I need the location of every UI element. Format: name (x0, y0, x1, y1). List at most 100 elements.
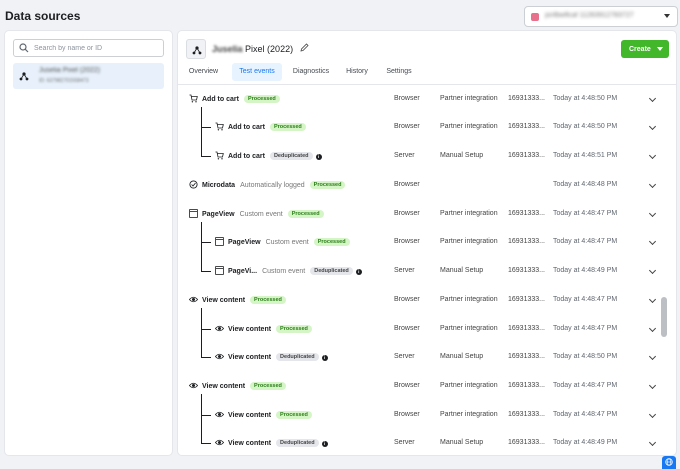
data-source-item[interactable]: Juselia Pixel (2022) ID: 637982701558473 (13, 63, 164, 89)
chevron-down-icon[interactable] (648, 295, 657, 304)
event-id: 16931333... (508, 210, 545, 217)
event-row[interactable]: View content Processed Browser Partner inte… (178, 319, 658, 339)
chevron-down-icon[interactable] (648, 237, 657, 246)
eye-icon (215, 411, 224, 418)
event-row[interactable]: Add to cart Processed Browser Partner integ… (178, 117, 658, 137)
event-setup-method: Partner integration (440, 210, 498, 217)
data-source-name: Juselia Pixel (2022) (39, 67, 101, 74)
eye-icon (215, 325, 224, 332)
event-timestamp: Today at 4:48:49 PM (553, 267, 618, 274)
pageview-icon (215, 266, 224, 275)
event-subtitle: Automatically logged (240, 182, 305, 189)
help-button[interactable] (662, 456, 676, 469)
event-source: Browser (394, 95, 420, 102)
account-selector[interactable]: jsnfbwflcaf 11263912783727 (524, 6, 678, 27)
status-badge: Processed (250, 382, 286, 390)
status-badge: Deduplicated (276, 439, 319, 447)
event-id: 16931333... (508, 382, 545, 389)
chevron-down-icon[interactable] (648, 438, 657, 447)
pixel-detail-panel: Juselia Pixel (2022) Create Overview Tes… (178, 31, 676, 455)
chevron-down-icon[interactable] (648, 266, 657, 275)
event-row[interactable]: PageView Custom event Processed Browser Part… (178, 204, 658, 224)
status-badge: Deduplicated (310, 267, 353, 275)
event-row[interactable]: PageVi... Custom event Deduplicated i Server… (178, 261, 658, 281)
chevron-down-icon[interactable] (648, 151, 657, 160)
event-row[interactable]: View content Processed Browser Partner inte… (178, 376, 658, 396)
chevron-down-icon[interactable] (648, 410, 657, 419)
event-timestamp: Today at 4:48:50 PM (553, 353, 618, 360)
event-name-cell: View content Processed (202, 296, 286, 304)
event-setup-method: Manual Setup (440, 439, 484, 446)
event-name: PageView (202, 211, 235, 218)
event-setup-method: Partner integration (440, 296, 498, 303)
event-source: Browser (394, 325, 420, 332)
status-badge: Deduplicated (276, 353, 319, 361)
globe-icon (665, 458, 673, 466)
event-row[interactable]: Add to cart Processed Browser Partner integ… (178, 89, 658, 109)
event-id: 16931333... (508, 411, 545, 418)
event-timestamp: Today at 4:48:47 PM (553, 382, 618, 389)
event-name: View content (228, 412, 272, 419)
event-row[interactable]: View content Processed Browser Partner inte… (178, 405, 658, 425)
scrollbar-track[interactable] (661, 88, 667, 455)
account-name: jsnfbwflcaf 11263912783727 (545, 12, 634, 19)
event-timestamp: Today at 4:48:51 PM (553, 152, 618, 159)
event-row[interactable]: Add to cart Deduplicated i Server Manual Set… (178, 146, 658, 166)
event-source: Browser (394, 411, 420, 418)
event-name-cell: PageVi... Custom event Deduplicated i (228, 267, 362, 275)
status-badge: Processed (313, 238, 350, 246)
event-name: Add to cart (202, 96, 239, 103)
account-logo-icon (531, 13, 539, 21)
event-row[interactable]: View content Deduplicated i Server Manual Se… (178, 433, 658, 453)
event-row[interactable]: View content Deduplicated i Server Manual Se… (178, 347, 658, 367)
info-icon[interactable]: i (315, 154, 322, 160)
chevron-down-icon[interactable] (648, 180, 657, 189)
chevron-down-icon[interactable] (648, 324, 657, 333)
event-name: PageView (228, 239, 261, 246)
search-box[interactable] (13, 39, 164, 57)
event-setup-method: Manual Setup (440, 353, 484, 360)
pixel-icon (19, 72, 29, 81)
event-timestamp: Today at 4:48:50 PM (553, 95, 618, 102)
event-source: Browser (394, 238, 420, 245)
event-name: View content (202, 297, 246, 304)
event-row[interactable]: Microdata Automatically logged Processed Br… (178, 175, 658, 195)
event-timestamp: Today at 4:48:48 PM (553, 181, 618, 188)
event-row[interactable]: View content Processed Browser Partner inte… (178, 290, 658, 310)
event-setup-method: Partner integration (440, 325, 498, 332)
chevron-down-icon[interactable] (648, 352, 657, 361)
pageview-icon (189, 209, 198, 218)
info-icon[interactable]: i (355, 269, 362, 275)
event-name-cell: Add to cart Deduplicated i (228, 152, 322, 160)
event-timestamp: Today at 4:48:49 PM (553, 439, 618, 446)
event-id: 16931333... (508, 439, 545, 446)
cart-icon (215, 122, 224, 131)
page-title: Data sources (5, 9, 81, 23)
search-input[interactable] (34, 42, 162, 54)
event-name-cell: View content Deduplicated i (228, 439, 328, 447)
events-table: Add to cart Processed Browser Partner integ… (178, 31, 676, 455)
event-setup-method: Manual Setup (440, 152, 484, 159)
event-name: Microdata (202, 182, 236, 189)
search-icon (19, 43, 29, 53)
eye-icon (215, 353, 224, 360)
event-name-cell: PageView Custom event Processed (202, 210, 324, 218)
event-name: Add to cart (228, 153, 265, 160)
event-name: View content (228, 326, 272, 333)
event-row[interactable]: PageView Custom event Processed Browser Part… (178, 232, 658, 252)
event-name-cell: View content Deduplicated i (228, 353, 328, 361)
chevron-down-icon[interactable] (648, 381, 657, 390)
event-source: Server (394, 267, 415, 274)
chevron-down-icon[interactable] (648, 94, 657, 103)
event-setup-method: Partner integration (440, 382, 498, 389)
scrollbar-thumb[interactable] (661, 297, 667, 337)
chevron-down-icon[interactable] (648, 122, 657, 131)
event-id: 16931333... (508, 152, 545, 159)
info-icon[interactable]: i (321, 441, 328, 447)
event-setup-method: Partner integration (440, 238, 498, 245)
status-badge: Processed (287, 210, 324, 218)
chevron-down-icon[interactable] (648, 209, 657, 218)
cart-icon (215, 151, 224, 160)
info-icon[interactable]: i (321, 355, 328, 361)
event-source: Server (394, 152, 415, 159)
